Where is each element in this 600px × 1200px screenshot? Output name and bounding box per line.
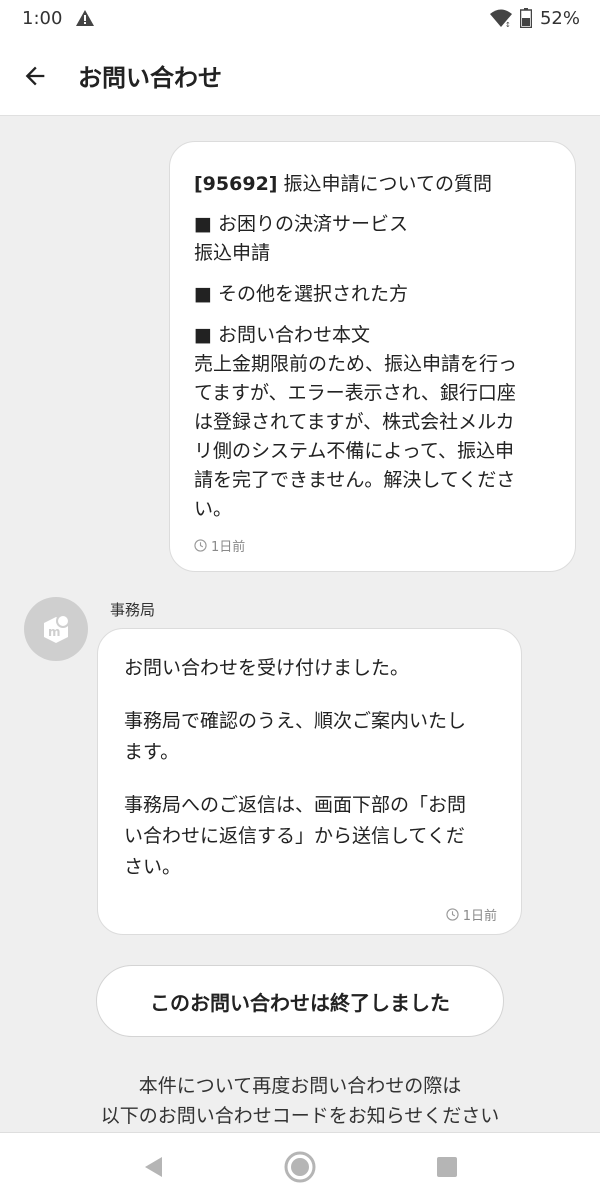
section-body-line: 請を完了できません。解決してくださ: [194, 469, 516, 491]
section-heading: お問い合わせ本文: [194, 321, 551, 350]
message-line: い合わせに返信する」から送信してくだ: [124, 825, 465, 847]
nav-back-button[interactable]: [133, 1147, 173, 1187]
section-heading: お困りの決済サービス: [194, 210, 551, 239]
notice-line: 以下のお問い合わせコードをお知らせください: [100, 1105, 500, 1127]
message-timestamp: 1日前: [124, 905, 497, 924]
inquiry-closed-button[interactable]: このお問い合わせは終了しました: [96, 965, 504, 1037]
nav-home-button[interactable]: [280, 1147, 320, 1187]
conversation[interactable]: [95692] 振込申請についての質問 お困りの決済サービス 振込申請 その他を…: [0, 117, 600, 1132]
status-right: ↕ 52%: [489, 7, 580, 29]
circle-home-icon: [284, 1151, 316, 1182]
back-button[interactable]: [0, 36, 70, 116]
subject-text: 振込申請についての質問: [277, 173, 492, 195]
status-time: 1:00: [22, 7, 63, 29]
message-timestamp: 1日前: [194, 536, 551, 555]
section-heading: その他を選択された方: [194, 280, 551, 309]
square-recents-icon: [436, 1156, 457, 1177]
clock-icon: [194, 539, 207, 552]
status-left: 1:00: [22, 7, 95, 29]
message-subject: [95692] 振込申請についての質問: [194, 170, 551, 198]
section-other: その他を選択された方: [194, 280, 551, 309]
wifi-icon: ↕: [489, 9, 512, 27]
message-paragraph: 事務局で確認のうえ、順次ご案内いたし ます。: [124, 706, 497, 768]
section-body-line: 売上金期限前のため、振込申請を行っ: [194, 353, 518, 375]
svg-text:m: m: [48, 625, 61, 639]
warning-icon: [76, 10, 95, 26]
section-inquiry-body: お問い合わせ本文 売上金期限前のため、振込申請を行っ てますが、エラー表示され、…: [194, 321, 551, 524]
message-paragraph: お問い合わせを受け付けました。: [124, 653, 497, 684]
status-bar: 1:00 ↕ 52%: [0, 0, 600, 36]
battery-percent: 52%: [539, 7, 580, 29]
section-body-line: は登録されてますが、株式会社メルカ: [194, 411, 515, 433]
section-body-line: てますが、エラー表示され、銀行口座: [194, 382, 516, 404]
inquiry-code: [95692]: [194, 173, 278, 195]
message-line: 事務局で確認のうえ、順次ご案内いたし: [124, 710, 467, 732]
message-line: 事務局へのご返信は、画面下部の「お問: [124, 794, 467, 816]
user-message-bubble: [95692] 振込申請についての質問 お困りの決済サービス 振込申請 その他を…: [169, 141, 576, 572]
clock-icon: [446, 908, 459, 921]
notice-line: 本件について再度お問い合わせの際は: [138, 1075, 462, 1097]
section-body-line: リ側のシステム不備によって、振込申: [194, 440, 514, 462]
app-bar: お問い合わせ: [0, 36, 600, 116]
timestamp-text: 1日前: [211, 540, 246, 555]
section-payment-service: お困りの決済サービス 振込申請: [194, 210, 551, 268]
section-body-line: い。: [194, 498, 233, 520]
triangle-back-icon: [145, 1156, 163, 1177]
mercari-box-icon: m: [44, 614, 70, 643]
staff-message-bubble: お問い合わせを受け付けました。 事務局で確認のうえ、順次ご案内いたし ます。 事…: [97, 628, 522, 935]
message-line: さい。: [124, 856, 182, 878]
timestamp-text: 1日前: [462, 909, 497, 924]
nav-recents-button[interactable]: [427, 1147, 467, 1187]
battery-icon: [519, 8, 532, 28]
arrow-left-icon: [25, 66, 45, 85]
section-body-line: 振込申請: [194, 242, 271, 264]
page-title: お問い合わせ: [78, 64, 222, 92]
sender-name: 事務局: [110, 601, 156, 619]
svg-text:↕: ↕: [505, 21, 511, 27]
message-paragraph: 事務局へのご返信は、画面下部の「お問 い合わせに返信する」から送信してくだ さい…: [124, 790, 497, 883]
message-line: ます。: [124, 741, 180, 763]
inquiry-code-notice: 本件について再度お問い合わせの際は 以下のお問い合わせコードをお知らせください: [0, 1071, 600, 1131]
system-nav-bar: [0, 1132, 600, 1200]
staff-avatar: m: [24, 597, 88, 661]
message-line: お問い合わせを受け付けました。: [124, 657, 410, 679]
